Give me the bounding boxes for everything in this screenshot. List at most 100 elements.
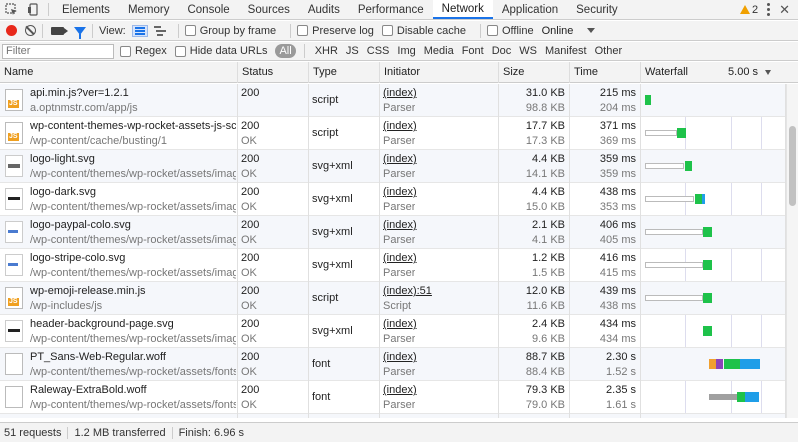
table-row[interactable]: logo-stripe-colo.svg/wp-content/themes/w… <box>0 249 786 282</box>
filter-icon[interactable] <box>74 26 86 39</box>
cell-name[interactable]: logo-stripe-colo.svg/wp-content/themes/w… <box>0 249 238 282</box>
initiator-link[interactable]: (index) <box>383 120 417 132</box>
scrollbar-thumb[interactable] <box>789 126 796 206</box>
cell-name[interactable]: PT_Sans-Web-Regular.woff/wp-content/them… <box>0 348 238 381</box>
initiator-link[interactable]: (index):51 <box>383 285 432 297</box>
tab-memory[interactable]: Memory <box>119 0 179 19</box>
cell-name[interactable]: logo-light.svg/wp-content/themes/wp-rock… <box>0 150 238 183</box>
initiator-link[interactable]: (index) <box>383 186 417 198</box>
tab-network[interactable]: Network <box>432 0 493 19</box>
initiator-link[interactable]: (index) <box>383 384 417 396</box>
tab-security[interactable]: Security <box>567 0 627 19</box>
request-path: /wp-content/themes/wp-rocket/assets/font… <box>30 366 236 378</box>
total-time: 1.30 s <box>606 417 636 418</box>
cell-status: 200 OK <box>238 150 309 183</box>
tab-audits[interactable]: Audits <box>299 0 349 19</box>
vertical-scrollbar[interactable] <box>786 84 798 418</box>
initiator-link[interactable]: (index) <box>383 87 417 99</box>
initiator-link[interactable]: (index) <box>383 219 417 231</box>
offline-checkbox[interactable]: Offline <box>486 25 534 37</box>
hide-data-urls-checkbox[interactable]: Hide data URLs <box>174 45 267 57</box>
table-row[interactable]: header-background-page.svg/wp-content/th… <box>0 315 786 348</box>
throttling-select[interactable]: Online <box>542 25 574 37</box>
checkbox-box[interactable] <box>174 45 186 57</box>
checkbox-box[interactable] <box>486 25 498 36</box>
column-header-waterfall[interactable]: Waterfall 5.00 s <box>641 62 798 83</box>
filter-input[interactable] <box>2 43 114 59</box>
preserve-log-label: Preserve log <box>312 24 374 37</box>
transferred-size: 1.2 MB transferred <box>74 426 166 439</box>
column-header-type[interactable]: Type <box>309 62 380 83</box>
tab-console[interactable]: Console <box>178 0 238 19</box>
cell-name[interactable]: site-speed-adometer.png <box>0 414 238 418</box>
initiator-link[interactable]: (index) <box>383 153 417 165</box>
filter-type-css[interactable]: CSS <box>363 45 394 57</box>
cell-type: script <box>309 84 380 117</box>
clear-icon[interactable] <box>25 25 36 36</box>
table-row[interactable]: Raleway-ExtraBold.woff/wp-content/themes… <box>0 381 786 414</box>
filter-type-doc[interactable]: Doc <box>488 45 516 57</box>
table-row[interactable]: api.min.js?ver=1.2.1 a.optnmstr.com/app/j… <box>0 84 786 117</box>
script-file-icon <box>5 287 23 309</box>
column-header-initiator[interactable]: Initiator <box>380 62 499 83</box>
table-row[interactable]: logo-light.svg/wp-content/themes/wp-rock… <box>0 150 786 183</box>
column-header-status[interactable]: Status <box>238 62 309 83</box>
table-row[interactable]: wp-content-themes-wp-rocket-assets-js-sc… <box>0 117 786 150</box>
filter-type-ws[interactable]: WS <box>515 45 541 57</box>
cell-name[interactable]: header-background-page.svg/wp-content/th… <box>0 315 238 348</box>
group-by-frame-checkbox[interactable]: Group by frame <box>184 25 276 37</box>
table-row[interactable]: wp-emoji-release.min.js/wp-includes/js20… <box>0 282 786 315</box>
overview-view-icon[interactable] <box>152 25 168 37</box>
resource-size: 4.1 KB <box>531 234 565 246</box>
filter-type-all[interactable]: All <box>275 44 296 58</box>
checkbox-box[interactable] <box>381 25 393 36</box>
checkbox-box[interactable] <box>184 25 196 36</box>
filter-type-js[interactable]: JS <box>342 45 363 57</box>
record-icon[interactable] <box>6 25 17 36</box>
preserve-log-checkbox[interactable]: Preserve log <box>297 25 374 37</box>
inspect-element-icon[interactable] <box>0 0 22 19</box>
table-row[interactable]: logo-dark.svg/wp-content/themes/wp-rocke… <box>0 183 786 216</box>
disable-cache-checkbox[interactable]: Disable cache <box>381 25 466 37</box>
filter-type-media[interactable]: Media <box>420 45 458 57</box>
filter-type-manifest[interactable]: Manifest <box>541 45 591 57</box>
filter-type-other[interactable]: Other <box>591 45 627 57</box>
regex-checkbox[interactable]: Regex <box>120 45 167 57</box>
cell-name[interactable]: api.min.js?ver=1.2.1 a.optnmstr.com/app/j… <box>0 84 238 117</box>
cell-name[interactable]: wp-content-themes-wp-rocket-assets-js-sc… <box>0 117 238 150</box>
tab-sources[interactable]: Sources <box>239 0 299 19</box>
total-time: 2.30 s <box>606 351 636 363</box>
tab-performance[interactable]: Performance <box>349 0 433 19</box>
latency-time: 204 ms <box>599 102 636 114</box>
initiator-link[interactable]: (index) <box>383 252 417 264</box>
filter-type-font[interactable]: Font <box>458 45 488 57</box>
tab-elements[interactable]: Elements <box>53 0 119 19</box>
filter-type-img[interactable]: Img <box>393 45 419 57</box>
close-icon[interactable]: ✕ <box>779 2 790 18</box>
checkbox-box[interactable] <box>120 45 131 57</box>
column-header-name[interactable]: Name <box>0 62 238 83</box>
device-toolbar-icon[interactable] <box>22 0 44 19</box>
initiator-link[interactable]: (index) <box>383 318 417 330</box>
tab-application[interactable]: Application <box>493 0 567 19</box>
column-header-size[interactable]: Size <box>499 62 570 83</box>
more-options-icon[interactable] <box>764 3 773 16</box>
large-rows-view-icon[interactable] <box>131 24 148 37</box>
column-header-time[interactable]: Time <box>570 62 641 83</box>
cell-name[interactable]: wp-emoji-release.min.js/wp-includes/js <box>0 282 238 315</box>
initiator-link[interactable]: (index) <box>383 351 417 363</box>
cell-name[interactable]: Raleway-ExtraBold.woff/wp-content/themes… <box>0 381 238 414</box>
capture-screenshots-icon[interactable] <box>51 26 68 35</box>
checkbox-box[interactable] <box>297 25 309 36</box>
requests-table-body: api.min.js?ver=1.2.1 a.optnmstr.com/app/j… <box>0 84 786 418</box>
table-row[interactable]: logo-paypal-colo.svg/wp-content/themes/w… <box>0 216 786 249</box>
table-row[interactable]: site-speed-adometer.png 200 88.3 KB 1.30 s <box>0 414 786 418</box>
filter-type-xhr[interactable]: XHR <box>311 45 342 57</box>
cell-name[interactable]: logo-paypal-colo.svg/wp-content/themes/w… <box>0 216 238 249</box>
cell-initiator: (index) Parser <box>380 249 499 282</box>
chevron-down-icon[interactable] <box>587 28 596 33</box>
cell-name[interactable]: logo-dark.svg/wp-content/themes/wp-rocke… <box>0 183 238 216</box>
warnings-counter[interactable]: 2 <box>739 4 758 16</box>
requests-table-header: Name Status Type Initiator Size Time Wat… <box>0 62 798 83</box>
table-row[interactable]: PT_Sans-Web-Regular.woff/wp-content/them… <box>0 348 786 381</box>
